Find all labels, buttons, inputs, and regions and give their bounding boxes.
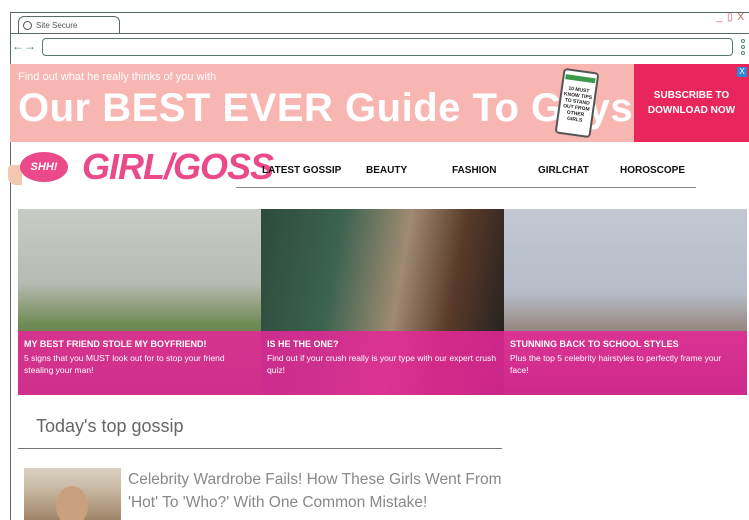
subscribe-button[interactable]: SUBSCRIBE TO DOWNLOAD NOW: [634, 64, 749, 142]
back-forward-icon[interactable]: ←→: [12, 39, 36, 53]
address-bar[interactable]: [42, 38, 733, 56]
phone-text: 10 MUST KNOW TIPS TO STAND OUT FROM OTHE…: [562, 85, 593, 124]
hero-title: STUNNING BACK TO SCHOOL STYLES: [510, 339, 679, 349]
nav-horoscope[interactable]: HOROSCOPE: [620, 165, 685, 176]
section-divider: [18, 448, 502, 449]
ad-banner[interactable]: Find out what he really thinks of you wi…: [10, 64, 749, 142]
hero-subtitle: Find out if your crush really is your ty…: [267, 353, 497, 375]
window-controls[interactable]: _ ▯ X: [717, 12, 745, 23]
hero-title: MY BEST FRIEND STOLE MY BOYFRIEND!: [24, 339, 207, 349]
hero-title: IS HE THE ONE?: [267, 339, 339, 349]
nav-fashion[interactable]: FASHION: [452, 165, 496, 176]
nav-latest-gossip[interactable]: LATEST GOSSIP: [262, 165, 341, 176]
nav-girlchat[interactable]: GIRLCHAT: [538, 165, 589, 176]
shh-badge: SHH!: [20, 152, 68, 182]
hero-card[interactable]: MY BEST FRIEND STOLE MY BOYFRIEND! 5 sig…: [18, 209, 261, 395]
secure-icon: [23, 21, 32, 30]
main-nav: LATEST GOSSIP BEAUTY FASHION GIRLCHAT HO…: [236, 156, 696, 188]
section-title: Today's top gossip: [36, 416, 184, 436]
article-link[interactable]: Celebrity Wardrobe Fails! How These Girl…: [128, 468, 508, 514]
hero-caption: MY BEST FRIEND STOLE MY BOYFRIEND! 5 sig…: [18, 331, 261, 395]
hero-card[interactable]: IS HE THE ONE? Find out if your crush re…: [261, 209, 504, 395]
hero-subtitle: 5 signs that you MUST look out for to st…: [24, 353, 225, 375]
ad-tagline: Find out what he really thinks of you wi…: [18, 71, 217, 83]
ad-headline: Our BEST EVER Guide To Guys: [18, 86, 634, 130]
article-thumbnail[interactable]: [24, 468, 121, 520]
hero-carousel: MY BEST FRIEND STOLE MY BOYFRIEND! 5 sig…: [18, 209, 747, 395]
hero-subtitle: Plus the top 5 celebrity hairstyles to p…: [510, 353, 722, 375]
hero-card[interactable]: STUNNING BACK TO SCHOOL STYLES Plus the …: [504, 209, 747, 395]
browser-menu-icon[interactable]: [741, 39, 745, 55]
hero-caption: STUNNING BACK TO SCHOOL STYLES Plus the …: [504, 331, 747, 395]
browser-tab[interactable]: Site Secure: [18, 16, 120, 34]
hero-caption: IS HE THE ONE? Find out if your crush re…: [261, 331, 504, 395]
tab-divider: [10, 33, 749, 34]
ad-close-icon[interactable]: X: [737, 67, 747, 77]
tab-label: Site Secure: [36, 21, 78, 30]
nav-beauty[interactable]: BEAUTY: [366, 165, 407, 176]
